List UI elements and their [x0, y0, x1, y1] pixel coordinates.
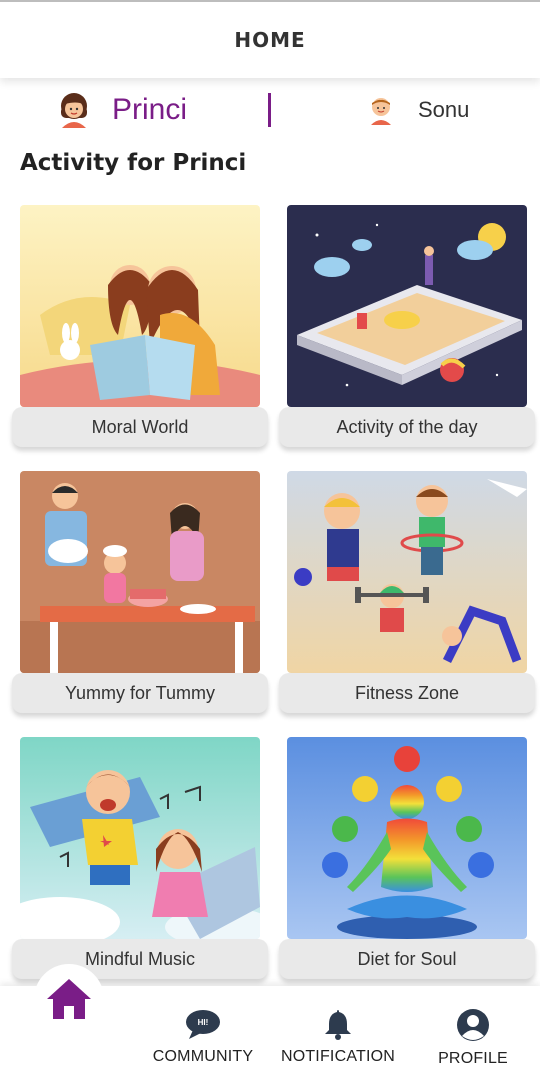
- activity-label: Moral World: [12, 407, 268, 447]
- nav-community[interactable]: HI! COMMUNITY: [138, 1008, 268, 1066]
- bell-icon: [325, 1010, 351, 1040]
- page-title: HOME: [234, 28, 306, 52]
- kid-tab-princi[interactable]: Princi: [58, 84, 187, 136]
- boy-avatar-icon: [371, 98, 391, 125]
- top-header: HOME: [0, 0, 540, 78]
- activity-label: Activity of the day: [279, 407, 535, 447]
- activity-card-activity-of-the-day[interactable]: Activity of the day: [279, 205, 535, 450]
- activity-label: Yummy for Tummy: [12, 673, 268, 713]
- home-icon: [47, 979, 91, 1019]
- activity-label: Fitness Zone: [279, 673, 535, 713]
- activity-label: Diet for Soul: [279, 939, 535, 979]
- nav-label: COMMUNITY: [152, 1048, 254, 1065]
- nav-notification[interactable]: NOTIFICATION: [273, 1008, 403, 1066]
- yummy-for-tummy-illustration: [20, 471, 260, 673]
- app-screen: HOME Princi Sonu Activity for Princi Mor…: [0, 0, 540, 1084]
- moral-world-illustration: [20, 205, 260, 407]
- profile-icon: [457, 1009, 489, 1041]
- kid-name: Sonu: [418, 97, 470, 122]
- nav-profile[interactable]: PROFILE: [408, 1008, 538, 1068]
- fitness-zone-illustration: [287, 471, 527, 673]
- activity-card-diet-for-soul[interactable]: Diet for Soul: [279, 737, 535, 982]
- activity-card-yummy-for-tummy[interactable]: Yummy for Tummy: [12, 471, 268, 716]
- activity-of-the-day-illustration: [287, 205, 527, 407]
- activity-card-moral-world[interactable]: Moral World: [12, 205, 268, 450]
- kid-tab-sonu[interactable]: Sonu: [368, 84, 469, 136]
- kid-divider: [268, 93, 271, 127]
- girl-avatar-icon: [61, 93, 87, 128]
- diet-for-soul-illustration: [287, 737, 527, 939]
- activity-card-fitness-zone[interactable]: Fitness Zone: [279, 471, 535, 716]
- kid-name-active: Princi: [112, 93, 188, 126]
- svg-text:HI!: HI!: [198, 1018, 209, 1027]
- mindful-music-illustration: [20, 737, 260, 939]
- nav-label: PROFILE: [438, 1050, 508, 1067]
- nav-label: NOTIFICATION: [280, 1048, 396, 1065]
- activity-card-mindful-music[interactable]: Mindful Music: [12, 737, 268, 982]
- chat-bubble-icon: HI!: [186, 1010, 220, 1039]
- section-title: Activity for Princi: [20, 150, 247, 176]
- home-nav-button[interactable]: [34, 964, 104, 1034]
